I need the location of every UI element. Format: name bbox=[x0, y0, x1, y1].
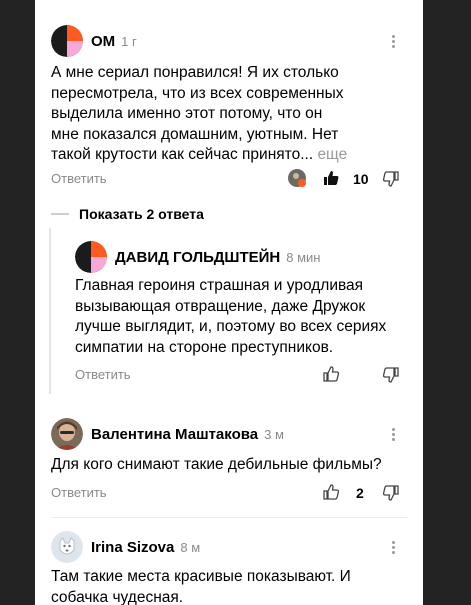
avatar[interactable] bbox=[75, 241, 107, 273]
thumbs-up-icon[interactable] bbox=[323, 484, 340, 505]
kebab-menu-icon[interactable] bbox=[390, 541, 396, 557]
thumbs-up-icon[interactable] bbox=[323, 366, 340, 387]
avatar[interactable] bbox=[51, 418, 83, 450]
thumbs-down-icon[interactable] bbox=[382, 367, 399, 388]
show-replies-button[interactable]: Показать 2 ответа bbox=[79, 206, 204, 222]
author-label: ОМ bbox=[91, 33, 116, 50]
timestamp: 3 м bbox=[264, 427, 284, 442]
reply-button[interactable]: Ответить bbox=[75, 367, 131, 382]
kebab-menu-icon[interactable] bbox=[390, 428, 396, 444]
comment-text: Там такие места красивые показывают. И с… bbox=[51, 568, 351, 605]
timestamp: 8 мин bbox=[286, 250, 321, 265]
comment-text: А мне сериал понравился! Я их столько пе… bbox=[51, 63, 351, 166]
author-name[interactable]: ДАВИД ГОЛЬДШТЕЙН 8 мин bbox=[115, 249, 320, 266]
comment-body: А мне сериал понравился! Я их столько пе… bbox=[51, 64, 344, 163]
thumbs-down-icon[interactable] bbox=[382, 171, 399, 192]
more-link[interactable]: еще bbox=[317, 146, 347, 163]
timestamp: 8 м bbox=[180, 540, 201, 555]
like-count: 2 bbox=[356, 485, 364, 501]
thumbs-up-icon[interactable] bbox=[323, 170, 339, 191]
like-count: 10 bbox=[353, 171, 369, 187]
replies-toggle-dash bbox=[51, 213, 69, 215]
comment-text: Главная героиня страшная и уродливая выз… bbox=[75, 277, 387, 356]
comments-panel: ОМ 1 г А мне сериал понравился! Я их стол… bbox=[35, 0, 423, 605]
timestamp: 1 г bbox=[121, 34, 137, 49]
author-label: ДАВИД ГОЛЬДШТЕЙН bbox=[115, 249, 281, 266]
kebab-menu-icon[interactable] bbox=[390, 35, 396, 51]
avatar[interactable] bbox=[51, 531, 83, 563]
author-label: Irina Sizova bbox=[91, 539, 175, 556]
comment-divider bbox=[51, 517, 407, 518]
reply-thread-line bbox=[49, 228, 51, 394]
author-name[interactable]: Валентина Маштакова 3 м bbox=[91, 426, 284, 443]
author-label: Валентина Маштакова bbox=[91, 426, 259, 443]
reply-button[interactable]: Ответить bbox=[51, 485, 107, 500]
thumbs-down-icon[interactable] bbox=[382, 485, 399, 506]
comment-text: Для кого снимают такие дебильные фильмы? bbox=[51, 456, 382, 473]
reactor-avatar-icon bbox=[288, 169, 306, 187]
author-name[interactable]: ОМ 1 г bbox=[91, 33, 137, 50]
reply-button[interactable]: Ответить bbox=[51, 171, 107, 186]
author-name[interactable]: Irina Sizova 8 м bbox=[91, 539, 200, 556]
avatar[interactable] bbox=[51, 25, 83, 57]
